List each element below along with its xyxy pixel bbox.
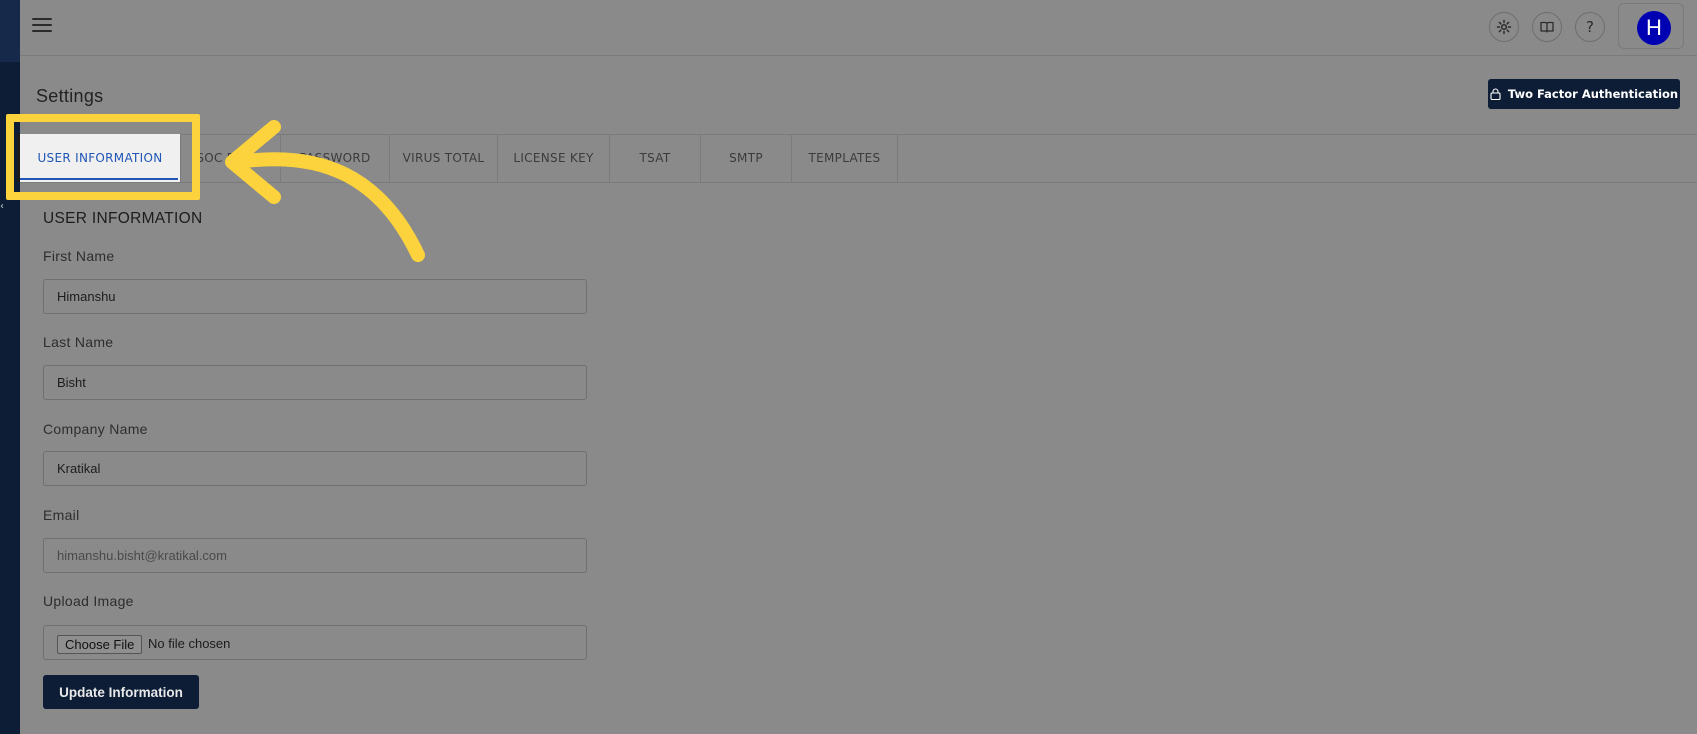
lock-icon [1490,88,1501,100]
tabs-divider-bottom [20,182,1697,183]
tab-virus-total[interactable]: VIRUS TOTAL [390,134,498,182]
first-name-label: First Name [43,248,115,264]
last-name-field[interactable] [43,365,587,400]
file-status-text: No file chosen [148,636,231,651]
sidebar: ‹ [0,0,20,734]
tab-label: TSAT [639,151,671,165]
book-icon[interactable] [1532,12,1562,42]
company-name-label: Company Name [43,421,148,437]
top-navbar: ? H [20,0,1697,56]
avatar[interactable]: H [1637,11,1671,45]
tab-label: SMTP [729,151,763,165]
settings-gear-icon[interactable] [1489,12,1519,42]
first-name-field[interactable] [43,279,587,314]
tab-label: SOC EMAIL [196,151,265,165]
two-factor-label: Two Factor Authentication [1507,87,1679,101]
page-title: Settings [36,86,104,106]
section-heading: USER INFORMATION [43,210,203,227]
choose-file-button[interactable]: Choose File [57,635,143,654]
email-label: Email [43,507,80,523]
two-factor-authentication-button[interactable]: Two Factor Authentication [1488,79,1680,109]
tab-label: TEMPLATES [808,151,881,165]
tab-tsat[interactable]: TSAT [610,134,701,182]
tab-smtp[interactable]: SMTP [701,134,792,182]
tab-label: PASSWORD [299,151,371,165]
help-icon[interactable]: ? [1575,12,1605,42]
sidebar-chevron-icon[interactable]: ‹ [0,202,8,212]
upload-image-label: Upload Image [43,593,134,609]
last-name-label: Last Name [43,334,114,350]
tab-label: VIRUS TOTAL [402,151,485,165]
update-information-button[interactable]: Update Information [43,675,199,709]
tab-password[interactable]: PASSWORD [281,134,390,182]
tab-label: LICENSE KEY [513,151,594,165]
email-field[interactable] [43,538,587,573]
company-name-field[interactable] [43,451,587,486]
tab-license-key[interactable]: LICENSE KEY [498,134,610,182]
profile-menu[interactable]: H [1618,3,1684,49]
tab-templates[interactable]: TEMPLATES [792,134,898,182]
tutorial-highlight-box [6,114,200,200]
file-upload-input[interactable]: Choose File No file chosen [43,625,587,660]
sidebar-logo-area [0,0,20,62]
hamburger-menu-icon[interactable] [32,18,52,34]
